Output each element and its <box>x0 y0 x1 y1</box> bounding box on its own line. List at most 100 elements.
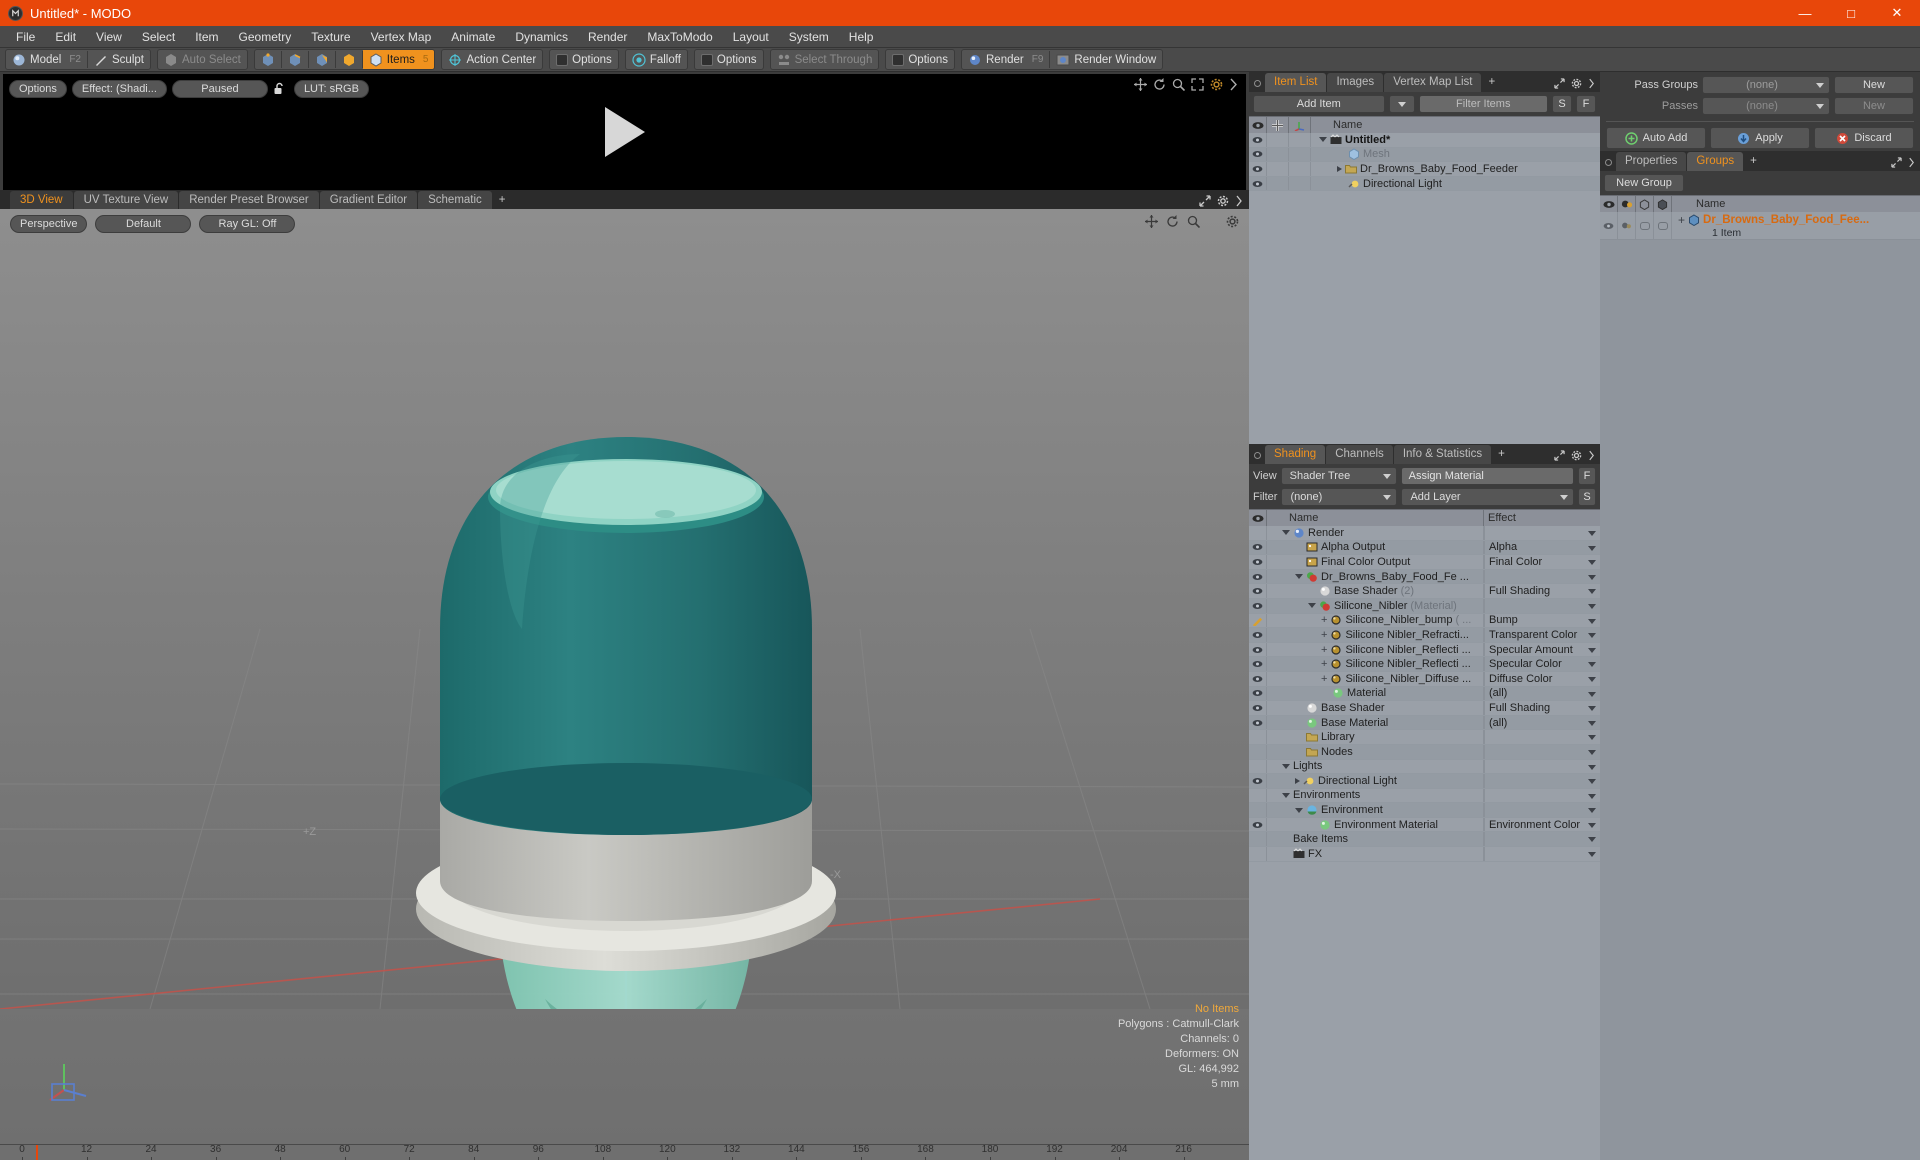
shading-f-button[interactable]: F <box>1578 467 1596 485</box>
passes-new-button[interactable]: New <box>1834 97 1914 115</box>
maximize-button[interactable]: □ <box>1828 0 1874 26</box>
shading-tree-row[interactable]: Environments <box>1249 788 1600 804</box>
shading-tree-row[interactable]: Lights <box>1249 759 1600 775</box>
material-mode-button[interactable] <box>336 50 362 69</box>
viewport-default-button[interactable]: Default <box>95 215 192 233</box>
panel-menu-dot-icon[interactable] <box>1254 80 1261 87</box>
menu-item-animate[interactable]: Animate <box>441 26 505 48</box>
zoom-icon[interactable] <box>1187 215 1200 228</box>
groups-list-body[interactable]: + Dr_Browns_Baby_Food_Fee... 1 Item <box>1600 212 1920 1160</box>
expand-icon[interactable] <box>1891 157 1902 168</box>
row-eye-toggle[interactable] <box>1249 598 1267 613</box>
discard-button[interactable]: Discard <box>1814 127 1914 149</box>
3d-viewport[interactable]: Perspective Default Ray GL: Off +Z -X No… <box>0 209 1249 1144</box>
tab-groups[interactable]: Groups <box>1687 152 1744 171</box>
options-button-2[interactable]: Options <box>695 50 763 69</box>
row-eye-toggle[interactable] <box>1249 584 1267 598</box>
row-eye-toggle[interactable] <box>1249 686 1267 701</box>
shading-tree-row[interactable]: Dr_Browns_Baby_Food_Fe ... <box>1249 569 1600 585</box>
filter-f-button[interactable]: F <box>1576 95 1596 113</box>
filter-dropdown[interactable]: (none) <box>1281 488 1398 506</box>
options-button-3[interactable]: Options <box>886 50 954 69</box>
item-list-body[interactable]: Untitled* Mesh Dr_Browns_Baby_Food_Feeder D… <box>1249 133 1600 444</box>
shading-tree-row[interactable]: Library <box>1249 730 1600 745</box>
apply-button[interactable]: Apply <box>1710 127 1810 149</box>
shading-tree-row[interactable]: Final Color Output Final Color <box>1249 555 1600 570</box>
rotate-icon[interactable] <box>1166 215 1179 228</box>
shading-tree-row[interactable]: FX <box>1249 847 1600 862</box>
assign-material-button[interactable]: Assign Material <box>1400 467 1574 485</box>
tab-channels[interactable]: Channels <box>1326 445 1393 464</box>
polygon-mode-button[interactable] <box>309 50 335 69</box>
row-select-toggle[interactable] <box>1636 212 1654 239</box>
row-eye-toggle[interactable] <box>1249 526 1267 540</box>
effect-dropdown[interactable]: Specular Color <box>1484 657 1600 671</box>
effect-dropdown[interactable]: Environment Color <box>1484 817 1600 832</box>
expand-plus-icon[interactable]: + <box>1678 213 1685 227</box>
add-layer-dropdown[interactable]: Add Layer <box>1401 488 1574 506</box>
row-eye-toggle[interactable] <box>1249 613 1267 628</box>
passes-dropdown[interactable]: (none) <box>1702 97 1830 115</box>
item-list-row[interactable]: Untitled* <box>1249 133 1600 148</box>
tab-item-list[interactable]: Item List <box>1265 73 1327 92</box>
row-eye-icon[interactable] <box>1600 212 1618 239</box>
viewport-raygl-button[interactable]: Ray GL: Off <box>199 215 296 233</box>
shading-tree-row[interactable]: + Silicone_Nibler_bump( ... Bump <box>1249 613 1600 629</box>
row-eye-toggle[interactable] <box>1249 176 1267 191</box>
viewport-perspective-button[interactable]: Perspective <box>10 215 88 233</box>
close-button[interactable]: ✕ <box>1874 0 1920 26</box>
render-options-button[interactable]: Options <box>9 80 67 98</box>
menu-item-select[interactable]: Select <box>132 26 185 48</box>
panel-menu-dot-icon[interactable] <box>1254 452 1261 459</box>
tab-uv-texture-view[interactable]: UV Texture View <box>73 191 179 209</box>
options-button-1[interactable]: Options <box>550 50 618 69</box>
item-list-row[interactable]: Dr_Browns_Baby_Food_Feeder <box>1249 162 1600 177</box>
row-lock-toggle[interactable] <box>1654 212 1672 239</box>
shading-tree-row[interactable]: Environment Material Environment Color <box>1249 817 1600 833</box>
shading-tree-row[interactable]: Base Shader Full Shading <box>1249 701 1600 716</box>
sculpt-mode-button[interactable]: Sculpt <box>88 50 150 69</box>
shading-tree-row[interactable]: + Silicone_Nibler_Diffuse ... Diffuse Colo… <box>1249 671 1600 687</box>
tab-add-button[interactable]: + <box>1744 152 1763 171</box>
pass-groups-new-button[interactable]: New <box>1834 76 1914 94</box>
gear-icon[interactable] <box>1210 78 1223 91</box>
timeline-playhead[interactable] <box>36 1145 38 1160</box>
menu-item-geometry[interactable]: Geometry <box>229 26 302 48</box>
move-icon[interactable] <box>1145 215 1158 228</box>
row-eye-toggle[interactable] <box>1249 715 1267 730</box>
gear-icon[interactable] <box>1571 78 1582 89</box>
effect-dropdown[interactable] <box>1484 598 1600 613</box>
items-mode-button[interactable]: Items 5 <box>362 50 435 69</box>
tab-schematic[interactable]: Schematic <box>418 191 492 209</box>
rotate-icon[interactable] <box>1153 78 1166 91</box>
tab-3d-view[interactable]: 3D View <box>10 191 73 209</box>
tab-gradient-editor[interactable]: Gradient Editor <box>319 191 418 209</box>
render-paused-button[interactable]: Paused <box>171 80 268 98</box>
shading-tree-row[interactable]: + Silicone Nibler_Reflecti ... Specular Co… <box>1249 657 1600 672</box>
chevron-right-icon[interactable] <box>1588 450 1595 461</box>
shading-tree-row[interactable]: Nodes <box>1249 744 1600 760</box>
action-center-button[interactable]: Action Center <box>442 50 542 69</box>
add-item-button[interactable]: Add Item <box>1253 95 1385 113</box>
row-eye-toggle[interactable] <box>1249 133 1267 147</box>
render-lut-button[interactable]: LUT: sRGB <box>293 80 369 98</box>
vertex-mode-button[interactable] <box>255 50 281 69</box>
row-eye-toggle[interactable] <box>1249 671 1267 686</box>
tab-info-statistics[interactable]: Info & Statistics <box>1393 445 1492 464</box>
minimize-button[interactable]: — <box>1782 0 1828 26</box>
row-eye-toggle[interactable] <box>1249 657 1267 671</box>
item-list-row[interactable]: Directional Light <box>1249 176 1600 192</box>
auto-add-button[interactable]: Auto Add <box>1606 127 1706 149</box>
fit-icon[interactable] <box>1191 78 1204 91</box>
menu-item-dynamics[interactable]: Dynamics <box>505 26 578 48</box>
row-eye-toggle[interactable] <box>1249 744 1267 759</box>
effect-dropdown[interactable]: Final Color <box>1484 555 1600 569</box>
shading-tree-row[interactable]: Base Shader (2) Full Shading <box>1249 584 1600 599</box>
row-eye-toggle[interactable] <box>1249 628 1267 642</box>
shading-tree-row[interactable]: Render <box>1249 526 1600 541</box>
tab-render-preset-browser[interactable]: Render Preset Browser <box>179 191 319 209</box>
shading-tree-row[interactable]: Bake Items <box>1249 832 1600 848</box>
menu-item-system[interactable]: System <box>779 26 839 48</box>
effect-dropdown[interactable]: (all) <box>1484 686 1600 701</box>
menu-item-item[interactable]: Item <box>185 26 228 48</box>
